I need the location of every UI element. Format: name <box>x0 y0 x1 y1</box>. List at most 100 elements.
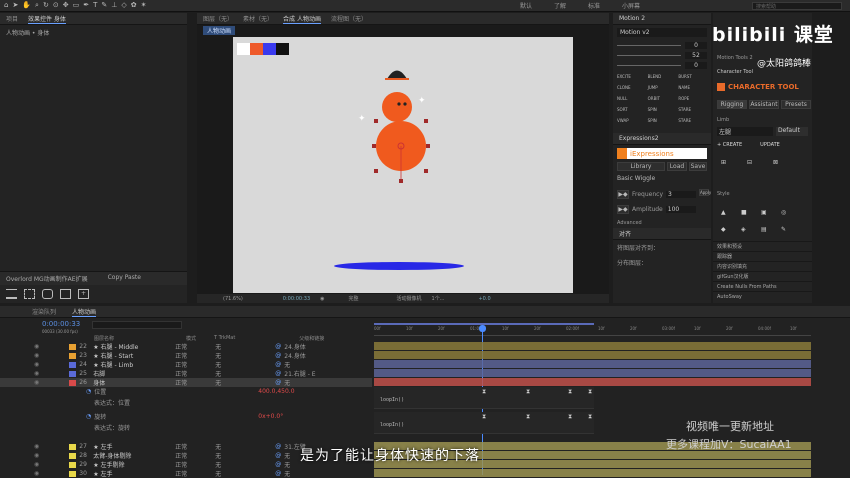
layer-name[interactable]: ★ 右腿 - Start <box>93 351 175 360</box>
style-icon-6[interactable]: ◈ <box>741 226 761 233</box>
layer-label-color[interactable] <box>69 379 77 386</box>
layer-trkmat[interactable]: 无 <box>215 351 275 360</box>
layer-label-color[interactable] <box>69 361 77 368</box>
current-time[interactable]: 0:00:00:33 <box>283 296 310 302</box>
layer-name[interactable]: ★ 左手 <box>93 469 175 478</box>
layer-label-color[interactable] <box>69 443 77 450</box>
overlord-import-icon[interactable] <box>60 289 71 299</box>
visibility-icon[interactable]: ◉ <box>34 461 39 468</box>
parent-pickwhip-icon[interactable]: @ <box>275 443 281 450</box>
style-icon-2[interactable]: ■ <box>741 209 761 216</box>
layer-label-color[interactable] <box>69 470 77 477</box>
layer-label-color[interactable] <box>69 370 77 377</box>
layer-mode[interactable]: 正常 <box>175 442 215 451</box>
rotate-icon[interactable]: ↻ <box>43 1 49 10</box>
keyframe-track[interactable]: ⧗ ⧗ ⧗ ⧗ <box>374 387 594 409</box>
layer-parent[interactable]: 24.身体 <box>284 342 324 351</box>
visibility-icon[interactable]: ◉ <box>34 379 39 386</box>
layer-trkmat[interactable]: 无 <box>215 451 275 460</box>
stopwatch-icon[interactable]: ◔ <box>86 388 91 395</box>
layer-name[interactable]: 太臂-身体剔除 <box>93 451 175 460</box>
style-icon-4[interactable]: ◎ <box>781 209 801 216</box>
panel-list-item[interactable]: 跟踪器 <box>713 251 812 261</box>
zoom-readout[interactable]: (71.6%) <box>223 296 243 302</box>
layer-parent[interactable]: 24.身体 <box>284 351 324 360</box>
visibility-icon[interactable]: ◉ <box>34 343 39 350</box>
workspace-tab[interactable]: 默认 <box>520 1 532 10</box>
panel-list-item[interactable]: Create Nulls From Paths <box>713 281 812 291</box>
amplitude-keyframe-icon[interactable]: ▶◆ <box>617 205 629 214</box>
style-icon-8[interactable]: ✎ <box>781 226 801 233</box>
motion-button[interactable]: BURST <box>678 74 707 83</box>
frequency-keyframe-icon[interactable]: ▶◆ <box>617 190 629 199</box>
tab-composition[interactable]: 合成 人物动画 <box>283 14 321 24</box>
layer-row[interactable]: ◉ 24 ★ 右腿 - Limb 正常无 @ 无 <box>0 360 372 369</box>
property-value[interactable]: 400.0,450.0 <box>258 388 294 395</box>
layer-label-color[interactable] <box>69 343 77 350</box>
keyframe[interactable]: ⧗ <box>482 413 486 421</box>
style-icon-5[interactable]: ◆ <box>721 226 741 233</box>
motion-button[interactable]: NULL <box>617 96 646 105</box>
slider-1-value[interactable]: 0 <box>685 41 707 49</box>
layer-mode[interactable]: 正常 <box>175 451 215 460</box>
active-camera-select[interactable]: 活动摄像机 <box>397 295 422 302</box>
tab-flowchart[interactable]: 流程图（无） <box>331 14 367 23</box>
expr-item[interactable]: Basic Wiggle <box>617 175 707 182</box>
brush-icon[interactable]: ✎ <box>101 1 107 10</box>
motion-button[interactable]: SPIN <box>648 107 677 116</box>
layer-mode[interactable]: 正常 <box>175 369 215 378</box>
camera-icon[interactable]: ◉ <box>320 296 324 302</box>
property-row[interactable]: ◔ 位置 400.0,450.0 <box>0 387 295 396</box>
arrow-icon[interactable]: ➤ <box>12 1 18 10</box>
layer-parent[interactable]: 无 <box>284 469 324 478</box>
overlord-align-icon[interactable] <box>6 289 17 299</box>
layer-duration-bar[interactable] <box>374 369 811 377</box>
layer-name[interactable]: ★ 左手 <box>93 442 175 451</box>
search-field[interactable]: 搜索帮助 <box>752 2 842 10</box>
property-row[interactable]: ◔ 旋转 0x+0.0° <box>0 412 283 421</box>
overlord-grid-icon[interactable] <box>24 289 35 299</box>
limb-name-input[interactable]: 左腿 <box>717 127 773 136</box>
home-icon[interactable]: ⌂ <box>4 1 8 10</box>
layer-trkmat[interactable]: 无 <box>215 369 275 378</box>
amplitude-value[interactable]: 100 <box>665 206 696 213</box>
pen-icon[interactable]: ✒ <box>83 1 89 10</box>
hand-icon[interactable]: ✋ <box>22 1 31 10</box>
keyframe[interactable]: ⧗ <box>588 413 592 421</box>
layer-trkmat[interactable]: 无 <box>215 360 275 369</box>
motion-button[interactable]: SORT <box>617 107 646 116</box>
rig-icon-3[interactable]: ⊠ <box>773 159 799 166</box>
expr-tab-library[interactable]: Library <box>617 162 665 171</box>
visibility-icon[interactable]: ◉ <box>34 452 39 459</box>
layer-name[interactable]: ★ 左手剔除 <box>93 460 175 469</box>
tab-effect-controls[interactable]: 效果控件 身体 <box>28 14 66 24</box>
rig-icon-1[interactable]: ⊞ <box>721 159 747 166</box>
pan-icon[interactable]: ✥ <box>63 1 69 10</box>
exposure-offset[interactable]: +0.0 <box>478 296 490 302</box>
workspace-tab[interactable]: 了解 <box>554 1 566 10</box>
layer-duration-bar[interactable] <box>374 342 811 350</box>
expr-apply-button[interactable]: Apply <box>699 189 711 196</box>
expr-tab-load[interactable]: Load <box>667 162 687 171</box>
tab-timeline-comp[interactable]: 人物动画 <box>72 307 97 317</box>
layer-trkmat[interactable]: 无 <box>215 378 275 387</box>
workspace-tab[interactable]: 小屏幕 <box>622 1 640 10</box>
overlord-shapes-icon[interactable] <box>42 289 53 299</box>
tab-layer[interactable]: 图层（无） <box>203 14 233 23</box>
playhead-handle[interactable] <box>479 325 486 332</box>
keyframe-track[interactable]: ⧗ ⧗ ⧗ ⧗ <box>374 412 594 434</box>
keyframe[interactable]: ⧗ <box>526 413 530 421</box>
keyframe[interactable]: ⧗ <box>526 388 530 396</box>
text-icon[interactable]: T <box>93 1 97 10</box>
panel-list-item[interactable]: gifGun汉化版 <box>713 271 812 281</box>
frequency-value[interactable]: 3 <box>666 191 696 198</box>
parent-pickwhip-icon[interactable]: @ <box>275 343 281 350</box>
layer-duration-bar[interactable] <box>374 469 811 477</box>
motion-button[interactable]: VWAP <box>617 118 646 127</box>
style-icon-1[interactable]: ▲ <box>721 209 741 216</box>
time-ruler[interactable]: 00f 10f 20f 01:00f 10f 20f 02:00f 10f 20f 03:00f 1… <box>374 324 811 336</box>
workspace-tab[interactable]: 标准 <box>588 1 600 10</box>
stamp-icon[interactable]: ⊥ <box>111 1 117 10</box>
layer-label-color[interactable] <box>69 352 77 359</box>
layer-duration-bar[interactable] <box>374 360 811 368</box>
